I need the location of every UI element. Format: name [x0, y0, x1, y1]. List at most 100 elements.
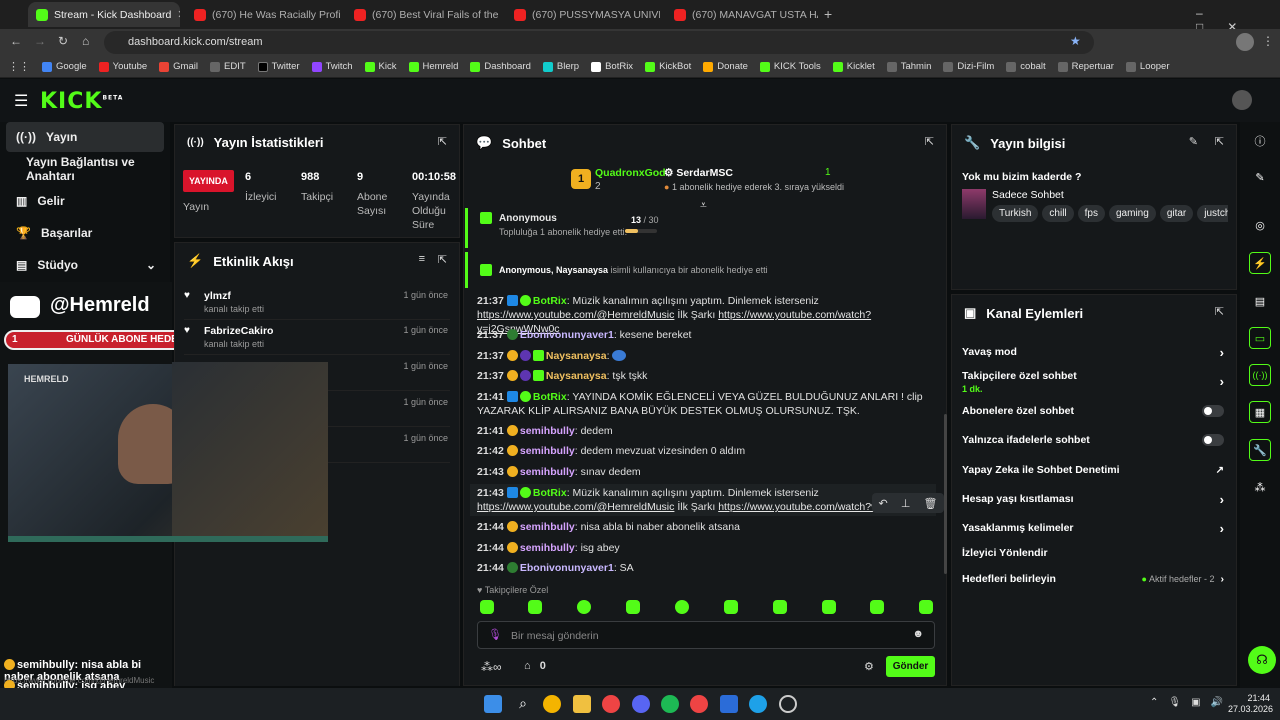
broadcast-icon[interactable]: ((·)): [1249, 364, 1271, 386]
tag[interactable]: justcha: [1197, 205, 1228, 222]
app-icon[interactable]: [720, 695, 738, 713]
sidebar-item-stream-key[interactable]: Yayın Bağlantısı ve Anahtarı: [6, 154, 164, 184]
sidebar-item-gelir[interactable]: ▥ Gelir: [6, 186, 164, 216]
bookmark-twitch[interactable]: Twitch: [311, 61, 353, 72]
toggle-switch[interactable]: [1202, 405, 1224, 417]
bookmark-donate[interactable]: Donate: [703, 61, 748, 72]
gift-counter[interactable]: ⌂ 0: [524, 660, 546, 672]
wrench-icon[interactable]: 🔧: [1249, 439, 1271, 461]
folder-icon[interactable]: [573, 695, 591, 713]
sidebar-item-studyo[interactable]: ▤ Stüdyo ⌄: [6, 250, 164, 280]
bookmark-kick-tools[interactable]: KICK Tools: [759, 61, 821, 72]
discord-icon[interactable]: [632, 695, 650, 713]
clock[interactable]: 21:44 27.03.2026: [1228, 693, 1273, 715]
chat-settings-icon[interactable]: ⚙: [864, 660, 874, 673]
camera-icon[interactable]: ◎: [1249, 214, 1271, 236]
reload-icon[interactable]: ↻: [58, 34, 68, 48]
tag[interactable]: chill: [1042, 205, 1074, 222]
bookmark-dashboard[interactable]: Dashboard: [470, 61, 531, 72]
bookmark-edit[interactable]: EDIT: [209, 61, 246, 72]
bookmark-kicklet[interactable]: Kicklet: [832, 61, 875, 72]
action-emote-only[interactable]: Yalnızca ifadelerle sohbet: [962, 428, 1224, 452]
action-subs-only[interactable]: Abonelere özel sohbet: [962, 399, 1224, 423]
spotify-icon[interactable]: [661, 695, 679, 713]
search-icon[interactable]: ⌕: [514, 695, 532, 713]
bookmark-tahmin[interactable]: Tahmin: [886, 61, 931, 72]
bookmark-gmail[interactable]: Gmail: [159, 61, 198, 72]
user-avatar[interactable]: [1232, 90, 1252, 110]
toggle-switch[interactable]: [1202, 434, 1224, 446]
apps-icon[interactable]: ⋮⋮: [8, 60, 30, 73]
lightning-icon[interactable]: ⚡: [1249, 252, 1271, 274]
chat-link[interactable]: https://www.youtube.com/@HemreldMusic: [477, 309, 674, 321]
bookmark-star-icon[interactable]: ★: [1070, 34, 1081, 48]
edit-icon[interactable]: ✎: [1249, 166, 1271, 188]
sidebar-item-yayin[interactable]: ((·)) Yayın: [6, 122, 164, 152]
tag[interactable]: gitar: [1159, 205, 1194, 222]
menu-kebab-icon[interactable]: ⋮: [1262, 34, 1274, 48]
pin-collapse-icon[interactable]: ⩡: [700, 198, 707, 213]
filter-icon[interactable]: ≡: [419, 253, 425, 265]
chat-scrollbar[interactable]: [944, 414, 947, 574]
profile-avatar[interactable]: [1236, 33, 1254, 51]
chrome-icon[interactable]: [543, 695, 561, 713]
url-input[interactable]: dashboard.kick.com/stream: [104, 31, 1094, 54]
emote-icon[interactable]: [626, 600, 640, 614]
send-button[interactable]: Gönder: [886, 656, 935, 677]
browser-tab[interactable]: (670) Best Viral Fails of the We ✕: [346, 2, 500, 27]
emote-icon[interactable]: [724, 600, 738, 614]
emote-icon[interactable]: [675, 600, 689, 614]
document-icon[interactable]: ▤: [1249, 290, 1271, 312]
popout-icon[interactable]: ⇱: [438, 135, 447, 148]
close-icon[interactable]: ✕: [177, 8, 180, 21]
forward-icon[interactable]: →: [34, 34, 46, 48]
bookmark-hemreld[interactable]: Hemreld: [408, 61, 458, 72]
emote-icon[interactable]: [822, 600, 836, 614]
bookmark-cobalt[interactable]: cobalt: [1006, 61, 1046, 72]
obs-icon[interactable]: [779, 695, 797, 713]
kick-logo[interactable]: KICKBETA: [40, 89, 123, 114]
browser-tab[interactable]: (670) MANAVGAT USTA HACKI ✕: [666, 2, 818, 27]
top-gifter-name[interactable]: QuadronxGod: [595, 167, 666, 179]
tag[interactable]: Turkish: [992, 205, 1039, 222]
popout-icon[interactable]: ⇱: [1215, 305, 1224, 318]
tag[interactable]: fps: [1077, 205, 1105, 222]
emote-icon[interactable]: [528, 600, 542, 614]
chat-input[interactable]: 🎙 Bir mesaj gönderin ☻: [477, 621, 935, 649]
bookmark-looper[interactable]: Looper: [1125, 61, 1170, 72]
reply-icon[interactable]: ↶: [879, 497, 888, 510]
edit-pencil-icon[interactable]: ✎: [1189, 135, 1198, 148]
emote-icon[interactable]: [773, 600, 787, 614]
edge-icon[interactable]: [749, 695, 767, 713]
bookmark-blerp[interactable]: Blerp: [542, 61, 579, 72]
bookmark-repertuar[interactable]: Repertuar: [1057, 61, 1114, 72]
browser-tab[interactable]: (670) PUSSYMASYA UNIVERSIT ✕: [506, 2, 660, 27]
support-headset-icon[interactable]: ☊: [1248, 646, 1276, 674]
bookmark-botrix[interactable]: BotRix: [591, 61, 633, 72]
action-banned-words[interactable]: Yasaklanmış kelimeler ›: [962, 516, 1224, 540]
pin-icon[interactable]: ⊥: [901, 497, 911, 510]
bookmark-youtube[interactable]: Youtube: [98, 61, 147, 72]
popout-icon[interactable]: ⇱: [1215, 135, 1224, 148]
gift-user-name[interactable]: ⚙ SerdarMSC: [664, 167, 733, 179]
emote-icon[interactable]: [870, 600, 884, 614]
stats-icon[interactable]: ▦: [1249, 401, 1271, 423]
bookmark-google[interactable]: Google: [42, 61, 87, 72]
trash-icon[interactable]: 🗑: [923, 497, 937, 510]
action-followers-only[interactable]: Takipçilere özel sohbet 1 dk. ›: [962, 370, 1224, 396]
chat-icon[interactable]: ▭: [1249, 327, 1271, 349]
emote-icon[interactable]: [480, 600, 494, 614]
action-slow-mode[interactable]: Yavaş mod ›: [962, 340, 1224, 364]
sidebar-item-basarilar[interactable]: 🏆 Başarılar: [6, 218, 164, 248]
windows-start-icon[interactable]: [484, 695, 502, 713]
popout-icon[interactable]: ⇱: [925, 135, 934, 148]
emote-icon[interactable]: [577, 600, 591, 614]
bookmark-dizi-film[interactable]: Dizi-Film: [943, 61, 994, 72]
tag[interactable]: gaming: [1109, 205, 1156, 222]
browser-tab[interactable]: Stream - Kick Dashboard ✕: [28, 2, 180, 27]
action-goals[interactable]: Hedefleri belirleyin ● Aktif hedefler - 2…: [962, 567, 1224, 591]
info-icon[interactable]: ⓘ: [1249, 130, 1271, 152]
chat-link[interactable]: https://www.youtube.com/@HemreldMusic: [477, 501, 674, 513]
points-indicator[interactable]: ⁂∞: [481, 660, 502, 674]
back-icon[interactable]: ←: [10, 34, 22, 48]
